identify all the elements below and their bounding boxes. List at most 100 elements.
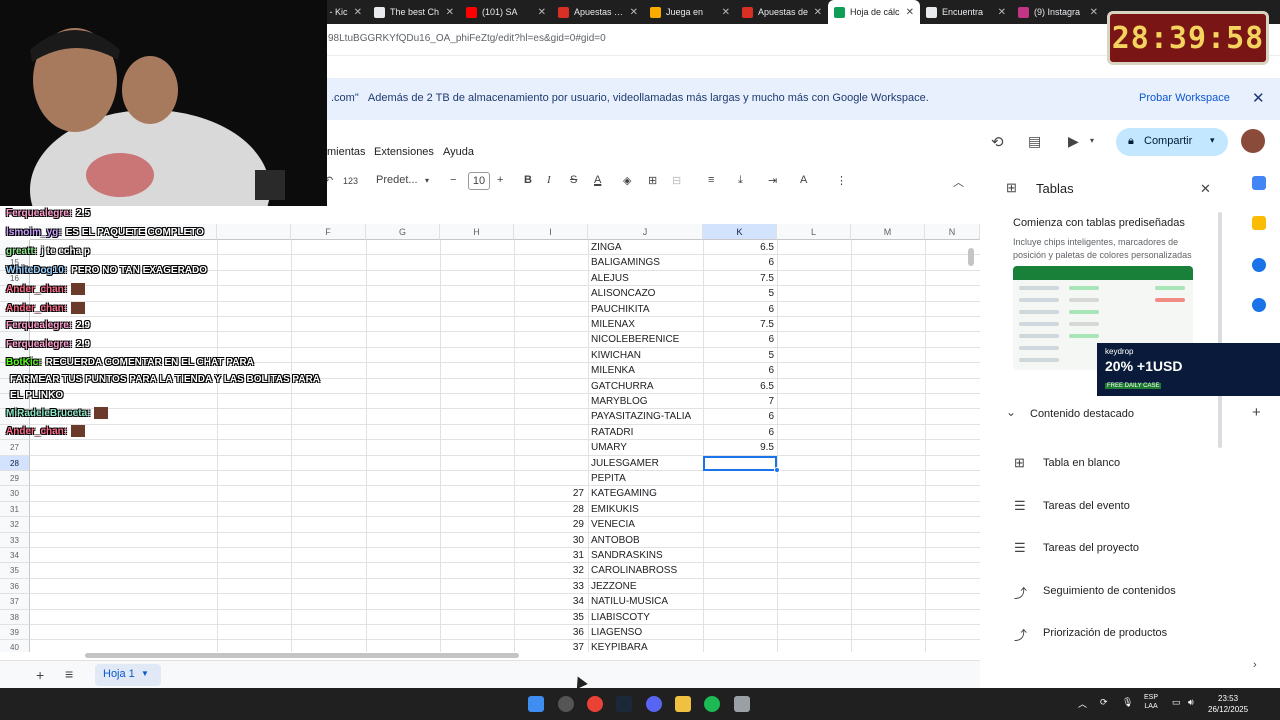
- table-cell[interactable]: RATADRI: [591, 427, 703, 438]
- steam-icon[interactable]: [616, 696, 632, 712]
- table-cell[interactable]: ANTOBOB: [591, 535, 703, 546]
- table-cell[interactable]: 7.5: [703, 273, 774, 284]
- table-cell[interactable]: 5: [703, 350, 774, 361]
- close-tab-icon[interactable]: ✕: [814, 7, 822, 18]
- table-cell[interactable]: MILENKA: [591, 365, 703, 376]
- table-cell[interactable]: 33: [514, 581, 584, 592]
- chevron-down-icon[interactable]: ▾: [1090, 136, 1094, 145]
- close-tab-icon[interactable]: ✕: [538, 7, 546, 18]
- row-header[interactable]: 32: [0, 517, 30, 533]
- table-cell[interactable]: 30: [514, 535, 584, 546]
- align-icon[interactable]: ≡: [708, 174, 714, 186]
- table-cell[interactable]: 28: [514, 504, 584, 515]
- template-item[interactable]: Tareas del evento: [1043, 500, 1130, 512]
- featured-section-title[interactable]: Contenido destacado: [1030, 408, 1134, 420]
- table-cell[interactable]: 6.5: [703, 242, 774, 253]
- avatar[interactable]: [1241, 129, 1265, 153]
- row-header[interactable]: 31: [0, 501, 30, 518]
- calculator-icon[interactable]: [734, 696, 750, 712]
- table-cell[interactable]: 32: [514, 565, 584, 576]
- close-tab-icon[interactable]: ✕: [630, 7, 638, 18]
- table-cell[interactable]: LIAGENSO: [591, 627, 703, 638]
- close-tab-icon[interactable]: ✕: [998, 7, 1006, 18]
- table-cell[interactable]: 36: [514, 627, 584, 638]
- table-cell[interactable]: SANDRASKINS: [591, 550, 703, 561]
- table-cell[interactable]: EMIKUKIS: [591, 504, 703, 515]
- table-cell[interactable]: 37: [514, 642, 584, 652]
- try-workspace-button[interactable]: Probar Workspace: [1139, 92, 1230, 104]
- table-cell[interactable]: 31: [514, 550, 584, 561]
- column-header[interactable]: K: [703, 224, 777, 240]
- row-header[interactable]: 37: [0, 594, 30, 610]
- table-cell[interactable]: MILENAX: [591, 319, 703, 330]
- font-select[interactable]: Predet...: [376, 174, 418, 186]
- start-icon[interactable]: [528, 696, 544, 712]
- merge-icon[interactable]: ⊟: [672, 174, 681, 187]
- table-cell[interactable]: LIABISCOTY: [591, 612, 703, 623]
- close-icon[interactable]: ✕: [1200, 181, 1211, 197]
- browser-tab[interactable]: The best Ch ✕: [368, 0, 460, 24]
- browser-tab[interactable]: (9) Instagra ✕: [1012, 0, 1104, 24]
- table-cell[interactable]: MARYBLOG: [591, 396, 703, 407]
- table-cell[interactable]: 7: [703, 396, 774, 407]
- table-cell[interactable]: 29: [514, 519, 584, 530]
- volume-icon[interactable]: 🔊︎: [1188, 697, 1194, 708]
- wifi-icon[interactable]: ▭: [1172, 697, 1181, 708]
- close-icon[interactable]: ✕: [1252, 89, 1265, 107]
- fill-handle[interactable]: [774, 467, 780, 473]
- meet-icon[interactable]: ▶: [1068, 133, 1079, 150]
- keep-icon[interactable]: [1252, 216, 1266, 230]
- mic-icon[interactable]: 🎙︎: [1122, 697, 1133, 708]
- rotate-text-icon[interactable]: A: [800, 174, 807, 186]
- text-color-icon[interactable]: A: [594, 174, 601, 186]
- row-header[interactable]: 40: [0, 640, 30, 652]
- row-header[interactable]: 38: [0, 609, 30, 625]
- row-header[interactable]: 29: [0, 471, 30, 487]
- panel-scrollbar[interactable]: [1218, 212, 1222, 448]
- close-tab-icon[interactable]: ✕: [1090, 7, 1098, 18]
- increase-size-button[interactable]: +: [497, 174, 503, 186]
- chevron-down-icon[interactable]: ▾: [425, 176, 429, 185]
- decrease-size-button[interactable]: −: [450, 174, 456, 186]
- fill-color-icon[interactable]: ◈: [623, 174, 631, 187]
- discord-icon[interactable]: [646, 696, 662, 712]
- font-size-input[interactable]: 10: [468, 172, 490, 190]
- browser-tab[interactable]: Apuestas de ✕: [736, 0, 828, 24]
- table-cell[interactable]: 6: [703, 365, 774, 376]
- contacts-icon[interactable]: [1252, 298, 1266, 312]
- table-cell[interactable]: PAUCHIKITA: [591, 304, 703, 315]
- tasks-icon[interactable]: [1252, 258, 1266, 272]
- spotify-icon[interactable]: [704, 696, 720, 712]
- table-cell[interactable]: ALISONCAZO: [591, 288, 703, 299]
- column-header[interactable]: L: [777, 224, 851, 240]
- table-cell[interactable]: NICOLEBERENICE: [591, 334, 703, 345]
- table-cell[interactable]: CAROLINABROSS: [591, 565, 703, 576]
- borders-icon[interactable]: ⊞: [648, 174, 657, 187]
- column-header[interactable]: J: [588, 224, 703, 240]
- browser-tab[interactable]: Apuestas De ✕: [552, 0, 644, 24]
- table-cell[interactable]: 34: [514, 596, 584, 607]
- number-format-button[interactable]: 123: [343, 176, 358, 186]
- browser-tab[interactable]: Juega en ✕: [644, 0, 736, 24]
- chrome-icon[interactable]: [587, 696, 603, 712]
- chevron-down-icon[interactable]: ▾: [1210, 135, 1215, 146]
- collapse-icon[interactable]: ︿: [953, 174, 964, 190]
- table-cell[interactable]: VENECIA: [591, 519, 703, 530]
- app-icon[interactable]: [558, 696, 574, 712]
- chevron-down-icon[interactable]: ▼: [141, 669, 149, 678]
- table-cell[interactable]: GATCHURRA: [591, 381, 703, 392]
- table-cell[interactable]: PEPITA: [591, 473, 703, 484]
- close-tab-icon[interactable]: ✕: [446, 7, 454, 18]
- template-item[interactable]: Tareas del proyecto: [1043, 542, 1139, 554]
- strikethrough-icon[interactable]: S: [570, 174, 577, 186]
- vertical-scrollbar[interactable]: [968, 248, 974, 266]
- table-cell[interactable]: 6: [703, 427, 774, 438]
- table-cell[interactable]: 7.5: [703, 319, 774, 330]
- browser-tab[interactable]: Hoja de cálc ✕: [828, 0, 920, 24]
- url-text[interactable]: 98LtuBGGRKYfQDu16_OA_phiFeZtg/edit?hl=es…: [328, 33, 606, 44]
- row-header[interactable]: 30: [0, 486, 30, 502]
- folder-icon[interactable]: [675, 696, 691, 712]
- italic-icon[interactable]: I: [547, 174, 551, 186]
- selected-cell[interactable]: [703, 455, 777, 471]
- column-header[interactable]: H: [440, 224, 514, 240]
